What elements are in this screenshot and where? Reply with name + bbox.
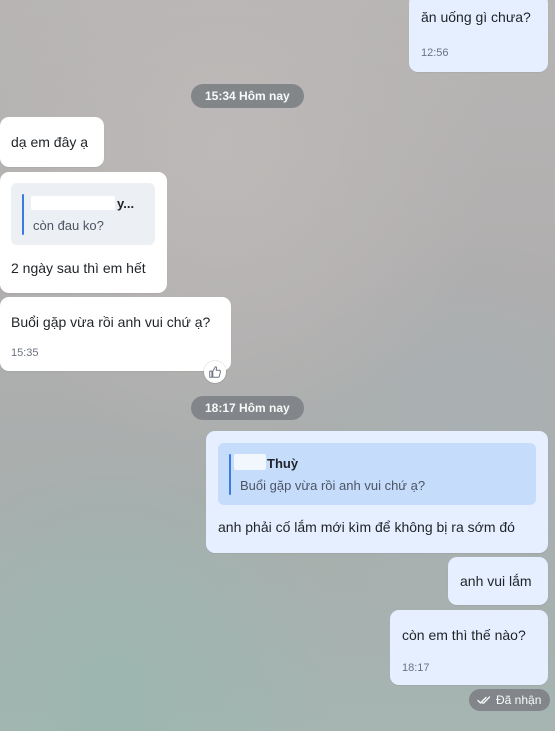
quote-author: Thuỳ bbox=[267, 456, 299, 471]
message-outgoing-reply[interactable]: Thuỳ Buổi gặp vừa rồi anh vui chứ ạ? anh… bbox=[206, 431, 548, 553]
message-time: 15:35 bbox=[11, 347, 39, 359]
redacted-name bbox=[31, 196, 115, 210]
message-outgoing[interactable]: anh vui lắm bbox=[448, 557, 548, 605]
message-time: 18:17 bbox=[402, 662, 430, 674]
thumbs-up-icon bbox=[209, 366, 221, 378]
message-text: anh phải cố lắm mới kìm để không bị ra s… bbox=[218, 519, 515, 535]
quote-author: y... bbox=[117, 196, 135, 211]
redacted-name bbox=[234, 454, 266, 470]
quote-text: Buổi gặp vừa rồi anh vui chứ ạ? bbox=[240, 478, 426, 493]
message-text: dạ em đây ạ bbox=[11, 134, 89, 150]
date-divider: 18:17 Hôm nay bbox=[191, 396, 304, 420]
quoted-message[interactable]: Thuỳ Buổi gặp vừa rồi anh vui chứ ạ? bbox=[218, 443, 536, 505]
date-divider: 15:34 Hôm nay bbox=[191, 84, 304, 108]
delivery-status: Đã nhận bbox=[469, 689, 551, 711]
message-incoming[interactable]: Buổi gặp vừa rồi anh vui chứ ạ? 15:35 bbox=[0, 297, 231, 371]
message-time: 12:56 bbox=[421, 47, 449, 59]
message-text: anh vui lắm bbox=[460, 573, 532, 589]
message-outgoing[interactable]: ăn uống gì chưa? 12:56 bbox=[409, 0, 548, 72]
reaction-button[interactable] bbox=[204, 361, 226, 383]
message-outgoing[interactable]: còn em thì thế nào? 18:17 bbox=[390, 610, 548, 685]
message-incoming-reply[interactable]: y... còn đau ko? 2 ngày sau thì em hết bbox=[0, 172, 167, 293]
message-text: ăn uống gì chưa? bbox=[421, 9, 531, 25]
quote-text: còn đau ko? bbox=[33, 218, 104, 233]
message-incoming[interactable]: dạ em đây ạ bbox=[0, 117, 104, 167]
quote-bar bbox=[229, 454, 231, 495]
message-text: 2 ngày sau thì em hết bbox=[11, 260, 146, 276]
quoted-message[interactable]: y... còn đau ko? bbox=[11, 183, 155, 245]
message-text: Buổi gặp vừa rồi anh vui chứ ạ? bbox=[11, 314, 211, 330]
status-label: Đã nhận bbox=[496, 693, 542, 707]
double-check-icon bbox=[477, 696, 491, 704]
message-text: còn em thì thế nào? bbox=[402, 627, 526, 643]
quote-bar bbox=[22, 194, 24, 235]
